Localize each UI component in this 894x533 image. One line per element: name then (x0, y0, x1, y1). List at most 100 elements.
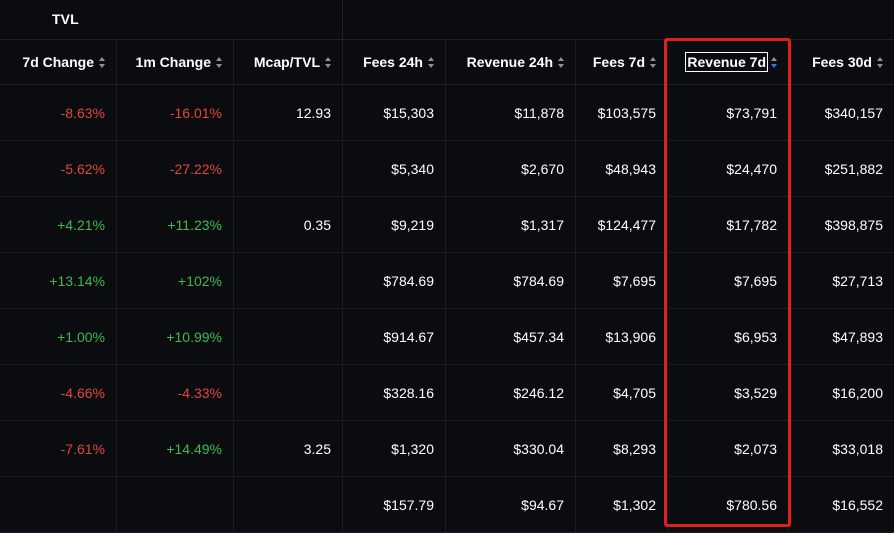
cell-fees-7d: $7,695 (576, 253, 668, 308)
column-header-fees-7d[interactable]: Fees 7d (576, 40, 668, 84)
cell-change-1m (117, 477, 234, 532)
cell-fees-24h: $328.16 (343, 365, 446, 420)
cell-fees-30d: $16,200 (832, 384, 883, 401)
column-header-revenue-24h[interactable]: Revenue 24h (446, 40, 576, 84)
cell-fees-30d: $340,157 (824, 104, 883, 121)
cell-fees-24h: $1,320 (343, 421, 446, 476)
sort-arrows-icon (877, 56, 884, 68)
cell-change-7d: +13.14% (0, 253, 117, 308)
sort-arrows-icon (650, 56, 657, 68)
protocol-fees-table: TVL 7d Change 1m Change Mcap/TVL Fees 24… (0, 0, 894, 533)
cell-fees-7d: $48,943 (576, 141, 668, 196)
cell-revenue-24h: $94.67 (446, 477, 576, 532)
table-row[interactable]: $157.79 $94.67 $1,302 $780.56 $16,552 (0, 477, 894, 533)
cell-revenue-24h: $2,670 (446, 141, 576, 196)
cell-change-1m: +102% (117, 253, 234, 308)
cell-mcap-tvl (234, 309, 343, 364)
cell-change-1m: -27.22% (117, 141, 234, 196)
cell-fees-24h: $15,303 (343, 85, 446, 140)
cell-change-7d: -7.61% (0, 421, 117, 476)
sort-descending-icon (771, 56, 778, 68)
cell-mcap-tvl (234, 477, 343, 532)
cell-fees-7d: $1,302 (576, 477, 668, 532)
cell-fees-30d: $33,018 (832, 440, 883, 457)
column-header-label: Revenue 7d (685, 52, 768, 72)
cell-revenue-7d: $780.56 (668, 477, 789, 532)
cell-change-7d: +1.00% (0, 309, 117, 364)
sort-arrows-icon (99, 56, 106, 68)
column-header-label: Revenue 24h (466, 54, 553, 70)
column-header-label: 7d Change (22, 54, 94, 70)
cell-fees-7d: $13,906 (576, 309, 668, 364)
cell-fees-7d: $124,477 (576, 197, 668, 252)
cell-fees-30d: $398,875 (824, 216, 883, 233)
cell-fees-7d: $4,705 (576, 365, 668, 420)
column-header-revenue-7d[interactable]: Revenue 7d (668, 40, 789, 84)
cell-fees-7d: $8,293 (576, 421, 668, 476)
cell-fees-30d: $27,713 (832, 272, 883, 289)
column-header-1m-change[interactable]: 1m Change (117, 40, 234, 84)
cell-mcap-tvl (234, 253, 343, 308)
sort-arrows-icon (558, 56, 565, 68)
table-row[interactable]: +1.00% +10.99% $914.67 $457.34 $13,906 $6,953… (0, 309, 894, 365)
column-header-fees-24h[interactable]: Fees 24h (343, 40, 446, 84)
column-header-label: Mcap/TVL (253, 54, 320, 70)
column-header-label: Fees 24h (363, 54, 423, 70)
column-header-label: Fees 30d (812, 54, 872, 70)
column-header-label: 1m Change (135, 54, 211, 70)
cell-revenue-24h: $1,317 (446, 197, 576, 252)
cell-fees-24h: $784.69 (343, 253, 446, 308)
group-header-tvl: TVL (0, 0, 343, 40)
cell-revenue-7d: $73,791 (668, 85, 789, 140)
sort-arrows-icon (325, 56, 332, 68)
column-header-mcap-tvl[interactable]: Mcap/TVL (234, 40, 343, 84)
cell-revenue-7d: $6,953 (668, 309, 789, 364)
column-header-label: Fees 7d (592, 54, 645, 70)
cell-change-1m: +11.23% (117, 197, 234, 252)
cell-fees-24h: $157.79 (343, 477, 446, 532)
cell-revenue-7d: $7,695 (668, 253, 789, 308)
group-header-tvl-label: TVL (52, 11, 79, 27)
table-row[interactable]: +13.14% +102% $784.69 $784.69 $7,695 $7,695 $2… (0, 253, 894, 309)
cell-revenue-7d: $24,470 (668, 141, 789, 196)
cell-revenue-24h: $784.69 (446, 253, 576, 308)
cell-change-7d: -5.62% (0, 141, 117, 196)
table-row[interactable]: -8.63% -16.01% 12.93 $15,303 $11,878 $103,575… (0, 85, 894, 141)
cell-revenue-24h: $330.04 (446, 421, 576, 476)
cell-fees-24h: $914.67 (343, 309, 446, 364)
cell-change-1m: -16.01% (117, 85, 234, 140)
cell-revenue-7d: $17,782 (668, 197, 789, 252)
cell-fees-7d: $103,575 (576, 85, 668, 140)
cell-change-7d (0, 477, 117, 532)
cell-change-1m: +10.99% (117, 309, 234, 364)
table-row[interactable]: -7.61% +14.49% 3.25 $1,320 $330.04 $8,293 $2,0… (0, 421, 894, 477)
cell-fees-30d: $47,893 (832, 328, 883, 345)
cell-fees-24h: $5,340 (343, 141, 446, 196)
cell-change-1m: +14.49% (117, 421, 234, 476)
cell-mcap-tvl (234, 141, 343, 196)
group-header-blank (343, 0, 894, 40)
table-row[interactable]: -4.66% -4.33% $328.16 $246.12 $4,705 $3,529 $1… (0, 365, 894, 421)
cell-mcap-tvl: 3.25 (234, 421, 343, 476)
table-header-row: 7d Change 1m Change Mcap/TVL Fees 24h Re… (0, 40, 894, 85)
cell-revenue-7d: $2,073 (668, 421, 789, 476)
column-header-7d-change[interactable]: 7d Change (0, 40, 117, 84)
cell-mcap-tvl (234, 365, 343, 420)
cell-revenue-24h: $246.12 (446, 365, 576, 420)
sort-arrows-icon (428, 56, 435, 68)
cell-fees-24h: $9,219 (343, 197, 446, 252)
table-row[interactable]: +4.21% +11.23% 0.35 $9,219 $1,317 $124,477 $17… (0, 197, 894, 253)
cell-change-7d: -4.66% (0, 365, 117, 420)
cell-change-7d: -8.63% (0, 85, 117, 140)
cell-mcap-tvl: 0.35 (234, 197, 343, 252)
cell-fees-30d: $251,882 (824, 160, 883, 177)
cell-change-1m: -4.33% (117, 365, 234, 420)
cell-revenue-24h: $457.34 (446, 309, 576, 364)
table-row[interactable]: -5.62% -27.22% $5,340 $2,670 $48,943 $24,470 $… (0, 141, 894, 197)
cell-fees-30d: $16,552 (832, 496, 883, 513)
column-header-fees-30d[interactable]: Fees 30d (789, 40, 894, 84)
cell-revenue-7d: $3,529 (668, 365, 789, 420)
cell-mcap-tvl: 12.93 (234, 85, 343, 140)
cell-revenue-24h: $11,878 (446, 85, 576, 140)
cell-change-7d: +4.21% (0, 197, 117, 252)
